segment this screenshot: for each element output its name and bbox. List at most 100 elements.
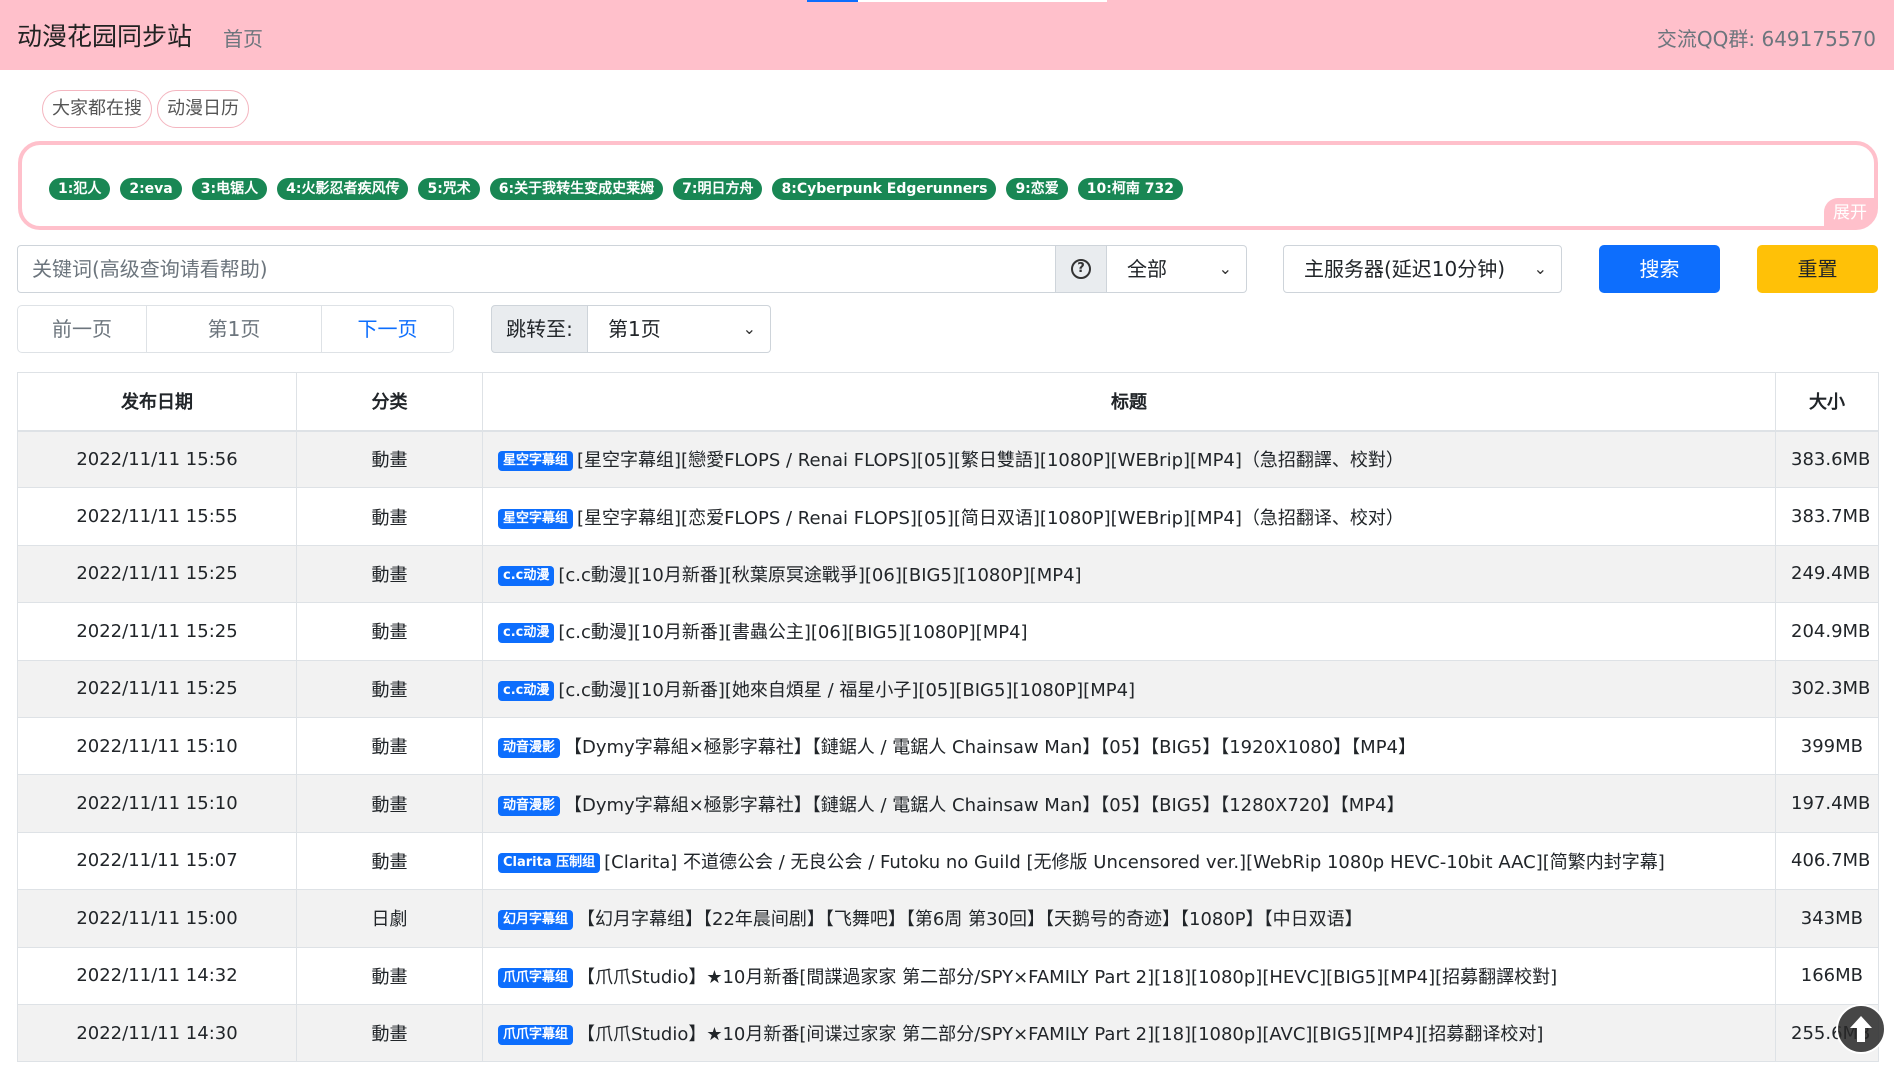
row-date: 2022/11/11 14:32 <box>17 946 297 1005</box>
chevron-down-icon: ⌄ <box>1218 259 1232 278</box>
row-date: 2022/11/11 15:10 <box>17 774 297 833</box>
table-header-row: 发布日期 分类 标题 大小 <box>17 372 1879 432</box>
row-title-link[interactable]: [c.c動漫][10月新番][她來自煩星 / 福星小子][05][BIG5][1… <box>558 680 1135 701</box>
team-badge[interactable]: 爪爪字幕组 <box>498 1025 574 1046</box>
header-size[interactable]: 大小 <box>1775 372 1879 432</box>
hot-search-panel: 1:犯人 2:eva 3:电锯人 4:火影忍者疾风传 5:咒术 6:关于我转生变… <box>18 141 1878 230</box>
team-badge[interactable]: 动音漫影 <box>498 738 561 759</box>
team-badge[interactable]: 爪爪字幕组 <box>498 967 574 988</box>
table-row: 2022/11/11 15:00 日劇 幻月字幕组 【幻月字幕组】【22年晨间剧】【飞… <box>17 889 1879 948</box>
row-date: 2022/11/11 15:25 <box>17 544 297 604</box>
arrow-up-circle-icon <box>1850 1016 1872 1042</box>
row-title-cell: 爪爪字幕组 【爪爪Studio】★10月新番[间谍过家家 第二部分/SPY×FAM… <box>482 1003 1776 1063</box>
team-badge[interactable]: 星空字幕组 <box>498 508 574 529</box>
row-category[interactable]: 動畫 <box>296 716 483 776</box>
row-category[interactable]: 動畫 <box>296 831 483 891</box>
row-title-link[interactable]: 【幻月字幕组】【22年晨间剧】【飞舞吧】【第6周 第30回】【天鹅号的奇迹】【1… <box>577 909 1363 930</box>
row-category[interactable]: 動畫 <box>296 774 483 833</box>
table-row: 2022/11/11 14:30 動畫 爪爪字幕组 【爪爪Studio】★10月新番[… <box>17 1003 1879 1063</box>
reset-button[interactable]: 重置 <box>1757 245 1878 293</box>
team-badge[interactable]: 星空字幕组 <box>498 451 574 472</box>
row-title-link[interactable]: [星空字幕组][戀愛FLOPS / Renai FLOPS][05][繁日雙語]… <box>577 450 1404 471</box>
table-row: 2022/11/11 15:10 動畫 动音漫影 【Dymy字幕組×極影字幕社】【鏈鋸… <box>17 774 1879 833</box>
row-title-link[interactable]: [c.c動漫][10月新番][書蟲公主][06][BIG5][1080P][MP… <box>558 622 1027 643</box>
row-title-cell: Clarita 压制组 [Clarita] 不道德公会 / 无良公会 / Futo… <box>482 831 1776 891</box>
hot-search-tag[interactable]: 3:电锯人 <box>191 178 268 200</box>
team-badge[interactable]: 幻月字幕组 <box>498 910 574 931</box>
server-select[interactable]: 主服务器(延迟10分钟) ⌄ <box>1283 245 1562 293</box>
navbar: 动漫花园同步站 首页 交流QQ群: 649175570 <box>0 0 1894 70</box>
row-category[interactable]: 日劇 <box>296 889 483 948</box>
server-select-value: 主服务器(延迟10分钟) <box>1304 257 1506 281</box>
team-badge[interactable]: c.c动漫 <box>498 623 555 644</box>
hot-search-tag[interactable]: 4:火影忍者疾风传 <box>277 178 409 200</box>
hot-search-tag[interactable]: 2:eva <box>120 178 182 200</box>
row-size: 399MB <box>1775 716 1879 776</box>
hot-search-tag[interactable]: 9:恋爱 <box>1006 178 1068 200</box>
header-category[interactable]: 分类 <box>296 372 483 432</box>
team-badge[interactable]: c.c动漫 <box>498 565 555 586</box>
row-title-link[interactable]: 【爪爪Studio】★10月新番[间谍过家家 第二部分/SPY×FAMILY P… <box>577 1024 1543 1045</box>
quick-link-trending[interactable]: 大家都在搜 <box>42 90 152 128</box>
row-title-cell: 动音漫影 【Dymy字幕組×極影字幕社】【鏈鋸人 / 電鋸人 Chainsaw M… <box>482 774 1776 833</box>
row-title-link[interactable]: 【爪爪Studio】★10月新番[間諜過家家 第二部分/SPY×FAMILY P… <box>577 967 1557 988</box>
category-select-value: 全部 <box>1127 257 1167 281</box>
row-category[interactable]: 動畫 <box>296 544 483 604</box>
row-date: 2022/11/11 14:30 <box>17 1003 297 1063</box>
row-size: 406.7MB <box>1775 831 1879 891</box>
team-badge[interactable]: c.c动漫 <box>498 680 555 701</box>
row-title-cell: 星空字幕组 [星空字幕组][恋爱FLOPS / Renai FLOPS][05][… <box>482 487 1776 546</box>
row-title-link[interactable]: [c.c動漫][10月新番][秋葉原冥途戰爭][06][BIG5][1080P]… <box>558 565 1081 586</box>
table-row: 2022/11/11 15:25 動畫 c.c动漫 [c.c動漫][10月新番][書蟲… <box>17 602 1879 661</box>
site-brand[interactable]: 动漫花园同步站 <box>17 17 192 53</box>
row-category[interactable]: 動畫 <box>296 659 483 718</box>
row-category[interactable]: 動畫 <box>296 1003 483 1063</box>
row-title-link[interactable]: 【Dymy字幕組×極影字幕社】【鏈鋸人 / 電鋸人 Chainsaw Man】【… <box>564 795 1405 816</box>
nav-home-link[interactable]: 首页 <box>223 23 263 52</box>
row-title-cell: c.c动漫 [c.c動漫][10月新番][她來自煩星 / 福星小子][05][BI… <box>482 659 1776 718</box>
row-title-link[interactable]: 【Dymy字幕組×極影字幕社】【鏈鋸人 / 電鋸人 Chainsaw Man】【… <box>564 737 1416 758</box>
hot-search-tag[interactable]: 5:咒术 <box>418 178 480 200</box>
table-row: 2022/11/11 14:32 動畫 爪爪字幕组 【爪爪Studio】★10月新番[… <box>17 946 1879 1005</box>
row-category[interactable]: 動畫 <box>296 487 483 546</box>
chevron-down-icon: ⌄ <box>1533 259 1547 278</box>
row-date: 2022/11/11 15:07 <box>17 831 297 891</box>
hot-search-tag[interactable]: 8:Cyberpunk Edgerunners <box>772 178 997 200</box>
search-input[interactable] <box>17 245 1056 293</box>
team-badge[interactable]: Clarita 压制组 <box>498 852 601 873</box>
row-title-cell: 爪爪字幕组 【爪爪Studio】★10月新番[間諜過家家 第二部分/SPY×FAM… <box>482 946 1776 1005</box>
row-title-cell: c.c动漫 [c.c動漫][10月新番][秋葉原冥途戰爭][06][BIG5][1… <box>482 544 1776 604</box>
row-category[interactable]: 動畫 <box>296 602 483 661</box>
next-page-button[interactable]: 下一页 <box>322 306 453 352</box>
current-page-button[interactable]: 第1页 <box>147 306 322 352</box>
expand-button[interactable]: 展开 <box>1824 198 1876 228</box>
chevron-down-icon: ⌄ <box>742 319 756 338</box>
row-title-link[interactable]: [Clarita] 不道德公会 / 无良公会 / Futoku no Guild… <box>604 852 1665 873</box>
search-help-button[interactable]: ? <box>1056 245 1107 293</box>
row-date: 2022/11/11 15:00 <box>17 889 297 948</box>
header-date[interactable]: 发布日期 <box>17 372 297 432</box>
jump-page-value: 第1页 <box>608 317 661 341</box>
team-badge[interactable]: 动音漫影 <box>498 795 561 816</box>
search-group: ? 全部 ⌄ <box>17 245 1247 293</box>
hot-search-tag[interactable]: 1:犯人 <box>49 178 111 200</box>
hot-search-tag[interactable]: 6:关于我转生变成史莱姆 <box>489 178 664 200</box>
category-select[interactable]: 全部 ⌄ <box>1107 245 1247 293</box>
row-size: 383.7MB <box>1775 487 1879 546</box>
back-to-top-button[interactable] <box>1836 1004 1886 1054</box>
row-category[interactable]: 動畫 <box>296 429 483 489</box>
row-size: 249.4MB <box>1775 544 1879 604</box>
row-title-cell: c.c动漫 [c.c動漫][10月新番][書蟲公主][06][BIG5][1080… <box>482 602 1776 661</box>
jump-page-select[interactable]: 第1页 ⌄ <box>588 305 771 353</box>
search-button[interactable]: 搜索 <box>1599 245 1720 293</box>
prev-page-button[interactable]: 前一页 <box>18 306 147 352</box>
row-title-cell: 动音漫影 【Dymy字幕組×極影字幕社】【鏈鋸人 / 電鋸人 Chainsaw M… <box>482 716 1776 776</box>
row-category[interactable]: 動畫 <box>296 946 483 1005</box>
row-date: 2022/11/11 15:56 <box>17 429 297 489</box>
row-size: 383.6MB <box>1775 429 1879 489</box>
row-title-link[interactable]: [星空字幕组][恋爱FLOPS / Renai FLOPS][05][简日双语]… <box>577 508 1404 529</box>
page-load-progress <box>807 0 1107 2</box>
hot-search-tag[interactable]: 10:柯南 732 <box>1077 178 1183 200</box>
quick-link-calendar[interactable]: 动漫日历 <box>157 90 249 128</box>
hot-search-tag[interactable]: 7:明日方舟 <box>673 178 763 200</box>
